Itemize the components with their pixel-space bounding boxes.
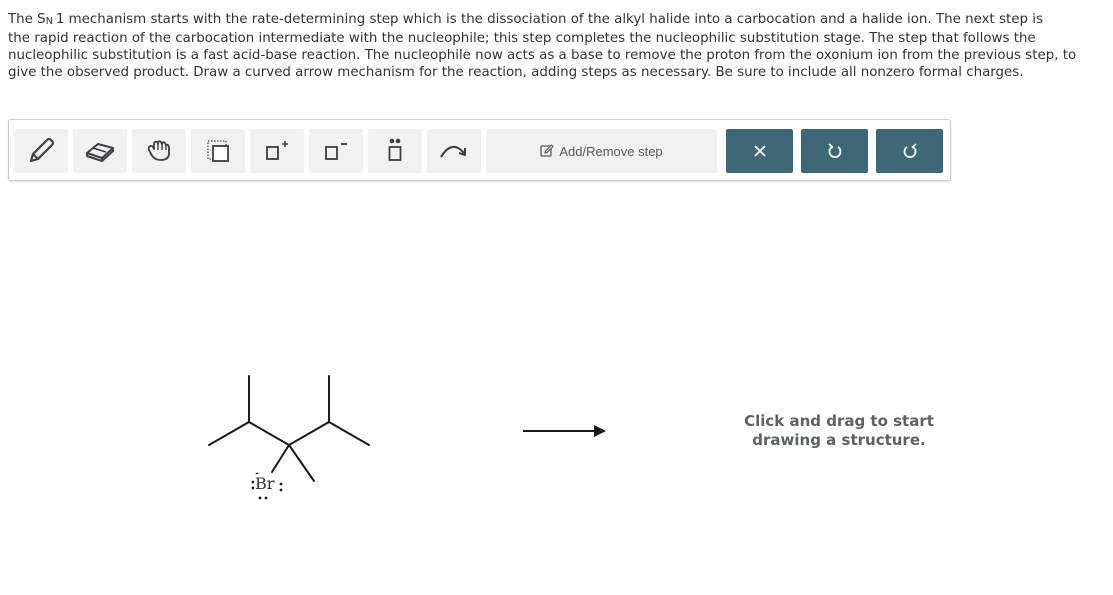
negative-charge-icon	[325, 143, 347, 160]
undo-button[interactable]	[801, 129, 868, 173]
curved-arrow-tool-button[interactable]	[427, 129, 481, 173]
hand-tool-button[interactable]	[132, 129, 186, 173]
positive-charge-tool-button[interactable]	[250, 129, 304, 173]
question-text-line1: 1 mechanism starts with the rate-determi…	[55, 12, 1043, 27]
eraser-tool-button[interactable]	[73, 129, 127, 173]
undo-icon	[827, 143, 841, 158]
subscript-n: N	[45, 16, 54, 27]
curved-arrow-icon	[440, 146, 466, 158]
edit-icon	[540, 144, 554, 157]
lone-pair-icon	[388, 138, 402, 161]
clear-button[interactable]	[726, 129, 793, 173]
question-text: The SN 1 mechanism starts with the rate-…	[8, 10, 1108, 82]
eraser-icon	[86, 143, 114, 162]
pencil-tool-button[interactable]	[14, 129, 68, 173]
add-remove-step-label: Add/Remove step	[559, 143, 663, 159]
lone-pair-tool-button[interactable]	[368, 129, 422, 173]
question-text-rest: the rapid reaction of the carbocation in…	[8, 31, 1077, 81]
hint-line-2: drawing a structure.	[752, 431, 926, 449]
drawing-hint: Click and drag to start drawing a struct…	[725, 412, 953, 450]
question-text-start: The S	[8, 12, 46, 27]
bromine-atom-label[interactable]: Br	[254, 474, 276, 493]
redo-icon	[903, 143, 917, 158]
selection-icon	[207, 140, 229, 162]
drawing-toolbar: Add/Remove step	[8, 119, 951, 181]
positive-charge-icon	[266, 141, 288, 160]
redo-button[interactable]	[876, 129, 943, 173]
hand-icon	[147, 140, 170, 161]
pencil-icon	[29, 137, 55, 163]
drawing-canvas[interactable]	[0, 190, 1113, 595]
selection-tool-button[interactable]	[191, 129, 245, 173]
close-icon	[753, 145, 766, 157]
negative-charge-tool-button[interactable]	[309, 129, 363, 173]
question-line-1: The SN 1 mechanism starts with the rate-…	[8, 10, 1108, 30]
add-remove-step-button[interactable]: Add/Remove step	[486, 129, 717, 173]
hint-line-1: Click and drag to start	[744, 412, 934, 430]
